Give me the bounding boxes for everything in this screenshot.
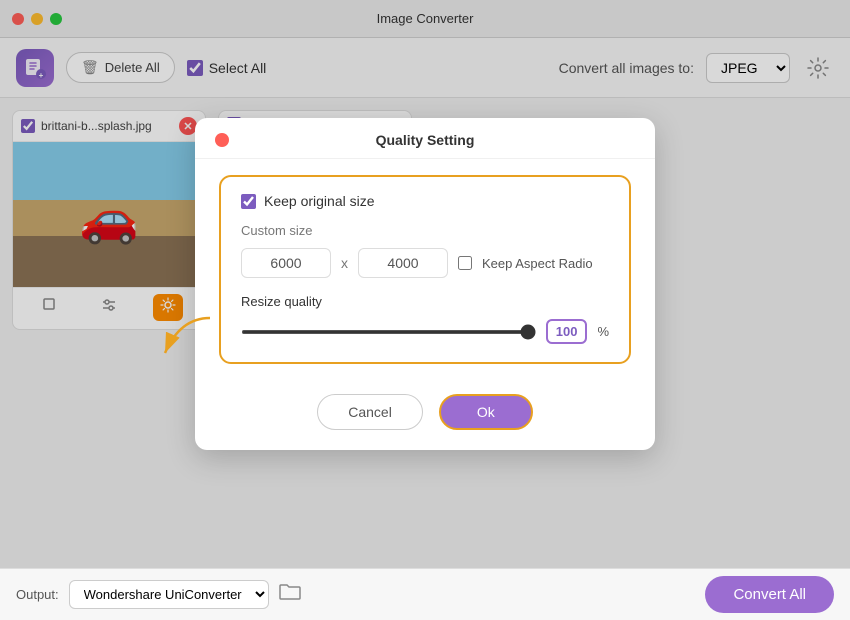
quality-setting-dialog: Quality Setting Keep original size Custo… [195,118,655,450]
keep-original-checkbox[interactable] [241,194,256,209]
size-inputs-row: x Keep Aspect Radio [241,248,609,278]
quality-settings-section: Keep original size Custom size x Keep As… [219,175,631,364]
custom-size-label: Custom size [241,223,609,238]
dialog-footer: Cancel Ok [195,384,655,450]
dialog-close-button[interactable] [215,133,229,147]
width-input[interactable] [241,248,331,278]
quality-value-display: 100 [546,319,588,344]
modal-overlay: Quality Setting Keep original size Custo… [0,0,850,568]
keep-original-row: Keep original size [241,193,609,209]
output-label: Output: [16,587,59,602]
bottom-bar: Output: Wondershare UniConverter Convert… [0,568,850,620]
height-input[interactable] [358,248,448,278]
output-folder-select[interactable]: Wondershare UniConverter [69,580,269,609]
dialog-title: Quality Setting [239,132,611,148]
size-separator: x [341,255,348,271]
quality-percent-label: % [597,324,609,339]
dialog-body: Keep original size Custom size x Keep As… [195,159,655,384]
dialog-header: Quality Setting [195,118,655,159]
cancel-button[interactable]: Cancel [317,394,423,430]
convert-all-button[interactable]: Convert All [705,576,834,613]
keep-original-label: Keep original size [264,193,375,209]
quality-slider[interactable] [241,330,536,334]
browse-folder-button[interactable] [279,583,301,606]
resize-quality-label: Resize quality [241,294,609,309]
quality-slider-row: 100 % [241,319,609,344]
keep-aspect-label: Keep Aspect Radio [482,256,593,271]
keep-aspect-checkbox[interactable] [458,256,472,270]
ok-button[interactable]: Ok [439,394,533,430]
